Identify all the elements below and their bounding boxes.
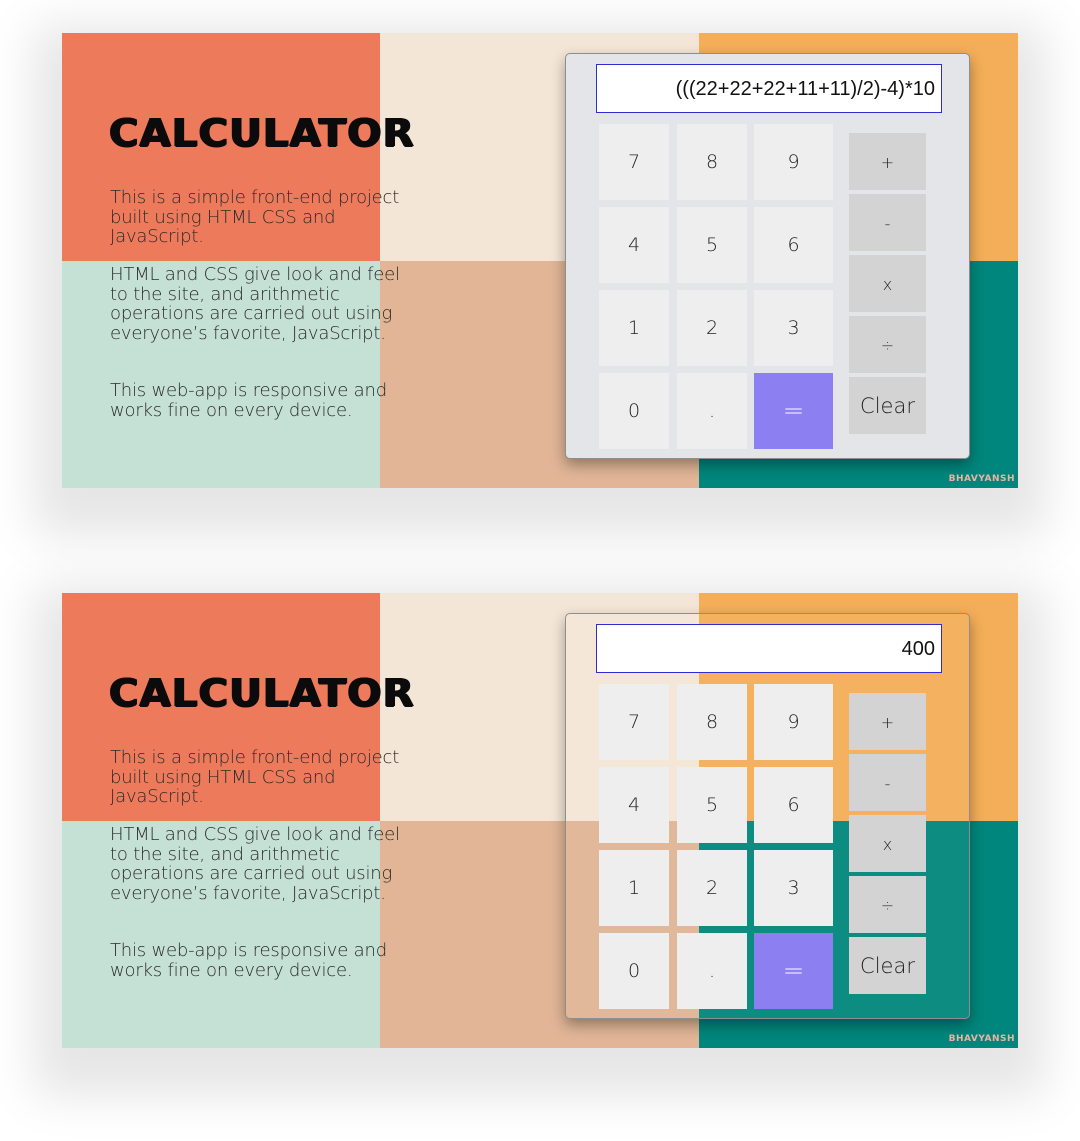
page-title: CALCULATOR bbox=[109, 671, 415, 715]
description-paragraph: HTML and CSS give look and feel to the s… bbox=[110, 264, 400, 344]
key-6[interactable]: 6 bbox=[754, 767, 833, 843]
key-6[interactable]: 6 bbox=[754, 207, 833, 283]
minus-button[interactable]: - bbox=[849, 194, 926, 251]
key-1[interactable]: 1 bbox=[599, 290, 669, 366]
equals-button[interactable]: = bbox=[754, 933, 833, 1009]
key-3[interactable]: 3 bbox=[754, 290, 833, 366]
key-8[interactable]: 8 bbox=[677, 124, 747, 200]
key-9[interactable]: 9 bbox=[754, 684, 833, 760]
key-4[interactable]: 4 bbox=[599, 207, 669, 283]
plus-button[interactable]: + bbox=[849, 693, 926, 750]
key-5[interactable]: 5 bbox=[677, 207, 747, 283]
multiply-button[interactable]: x bbox=[849, 255, 926, 312]
responsive-paragraph: This web-app is responsive and works fin… bbox=[110, 940, 387, 981]
author-watermark: BHAVYANSH bbox=[948, 1034, 1015, 1044]
calculator-display[interactable]: (((22+22+22+11+11)/2)-4)*10 bbox=[596, 64, 942, 113]
intro-paragraph: This is a simple front-end project built… bbox=[110, 747, 400, 807]
key-7[interactable]: 7 bbox=[599, 124, 669, 200]
key-5[interactable]: 5 bbox=[677, 767, 747, 843]
divide-button[interactable]: ÷ bbox=[849, 316, 926, 373]
key-decimal[interactable]: . bbox=[677, 933, 747, 1009]
key-4[interactable]: 4 bbox=[599, 767, 669, 843]
plus-button[interactable]: + bbox=[849, 133, 926, 190]
page-title: CALCULATOR bbox=[109, 111, 415, 155]
multiply-button[interactable]: x bbox=[849, 815, 926, 872]
equals-button[interactable]: = bbox=[754, 373, 833, 449]
key-2[interactable]: 2 bbox=[677, 850, 747, 926]
key-3[interactable]: 3 bbox=[754, 850, 833, 926]
intro-paragraph: This is a simple front-end project built… bbox=[110, 187, 400, 247]
screenshot-expression: CALCULATOR This is a simple front-end pr… bbox=[62, 33, 1018, 488]
key-2[interactable]: 2 bbox=[677, 290, 747, 366]
key-1[interactable]: 1 bbox=[599, 850, 669, 926]
key-0[interactable]: 0 bbox=[599, 373, 669, 449]
key-0[interactable]: 0 bbox=[599, 933, 669, 1009]
responsive-paragraph: This web-app is responsive and works fin… bbox=[110, 380, 387, 421]
key-8[interactable]: 8 bbox=[677, 684, 747, 760]
minus-button[interactable]: - bbox=[849, 754, 926, 811]
author-watermark: BHAVYANSH bbox=[948, 474, 1015, 484]
calculator-display[interactable]: 400 bbox=[596, 624, 942, 673]
calculator-panel: (((22+22+22+11+11)/2)-4)*10 7 8 9 4 5 6 … bbox=[565, 53, 970, 459]
key-7[interactable]: 7 bbox=[599, 684, 669, 760]
clear-button[interactable]: Clear bbox=[849, 937, 926, 994]
divide-button[interactable]: ÷ bbox=[849, 876, 926, 933]
screenshot-result: CALCULATOR This is a simple front-end pr… bbox=[62, 593, 1018, 1048]
key-9[interactable]: 9 bbox=[754, 124, 833, 200]
calculator-panel: 400 7 8 9 4 5 6 1 2 3 0 . = + - x ÷ Clea… bbox=[565, 613, 970, 1019]
clear-button[interactable]: Clear bbox=[849, 377, 926, 434]
description-paragraph: HTML and CSS give look and feel to the s… bbox=[110, 824, 400, 904]
key-decimal[interactable]: . bbox=[677, 373, 747, 449]
